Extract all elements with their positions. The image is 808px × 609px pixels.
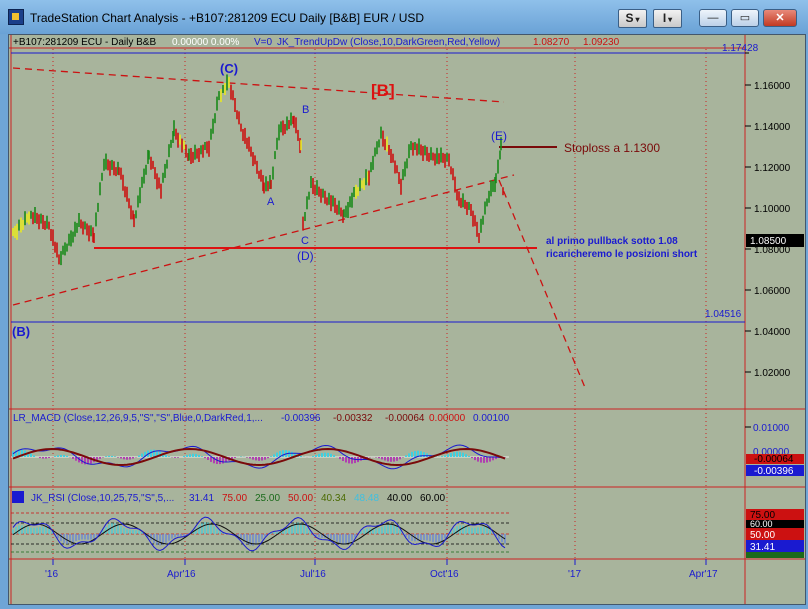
macd-label: LR_MACD (Close,12,26,9,5,"S","S",Blue,0,… [13,413,263,424]
minimize-button[interactable]: — [699,9,727,27]
macd-value-1: -0.00396 [281,413,321,424]
rsi-badge-60-label: 60.00 [750,519,773,529]
chart-canvas[interactable]: +B107:281209 ECU - Daily B&B 0.00000 0.0… [9,35,805,604]
price-tick: 1.10000 [754,204,791,215]
i-dropdown-button[interactable]: I ▾ [653,9,682,28]
stoploss-label: Stoploss a 1.1300 [564,141,660,155]
wave-label-c-small: C [301,235,309,247]
header-vzero: V=0 [254,37,273,48]
wave-label-b: B [302,104,309,116]
price-tick: 1.02000 [754,368,791,379]
header-indicator: JK_TrendUpDw (Close,10,DarkGreen,Red,Yel… [277,37,500,48]
time-tick: Jul'16 [300,569,326,580]
last-price-label: 1.08500 [750,236,787,247]
macd-badge-1-label: -0.00064 [754,454,794,465]
macd-value-3: -0.00064 [385,413,425,424]
rsi-icon [12,491,24,503]
rsi-value-3: 25.00 [255,493,280,504]
header-value-2: 1.09230 [583,37,620,48]
window-title: TradeStation Chart Analysis - +B107:2812… [30,11,425,25]
title-bar: TradeStation Chart Analysis - +B107:2812… [0,0,808,34]
svg-text:+B107:281209 ECU - Daily B&B: +B107:281209 ECU - Daily B&B [13,37,156,48]
price-tick: 1.14000 [754,122,791,133]
time-tick: Apr'16 [167,569,196,580]
time-tick: '17 [568,569,581,580]
macd-value-4: 0.00000 [429,413,466,424]
s-dropdown-button[interactable]: S ▾ [618,9,647,28]
header-vals: 0.00000 0.00% [172,37,239,48]
rsi-badge-25 [746,552,804,558]
wave-label-c: (C) [220,61,238,76]
rsi-value-6: 48.48 [354,493,379,504]
rsi-value-7: 40.00 [387,493,412,504]
macd-badge-2-label: -0.00396 [754,466,794,477]
price-tick: 1.16000 [754,81,791,92]
rsi-value-1: 31.41 [189,493,214,504]
support-label: 1.04516 [705,309,742,320]
rsi-value-2: 75.00 [222,493,247,504]
restore-button[interactable]: ▭ [731,9,759,27]
macd-value-5: 0.00100 [473,413,510,424]
wave-label-e: (E) [491,129,507,143]
price-tick: 1.06000 [754,286,791,297]
time-tick: '16 [45,569,58,580]
note-line-1: al primo pullback sotto 1.08 [546,236,678,247]
macd-value-2: -0.00332 [333,413,373,424]
wave-label-b-big: [B] [371,81,395,100]
time-tick: Oct'16 [430,569,459,580]
rsi-value-8: 60.00 [420,493,445,504]
time-tick: Apr'17 [689,569,718,580]
rsi-value-5: 40.34 [321,493,346,504]
wave-label-d: (D) [297,249,314,263]
rsi-badge-31-label: 31.41 [750,542,775,553]
header-symbol: +B107:281209 ECU - Daily B&B [13,37,156,48]
wave-label-a: A [267,196,275,208]
chart-window[interactable]: +B107:281209 ECU - Daily B&B 0.00000 0.0… [8,34,806,605]
macd-tick-top: 0.01000 [753,423,790,434]
rsi-label: JK_RSI (Close,10,25,75,"S",5,... [31,493,174,504]
note-line-2: ricaricheremo le posizioni short [546,249,698,260]
price-tick: 1.12000 [754,163,791,174]
rsi-value-4: 50.00 [288,493,313,504]
rsi-badge-50-label: 50.00 [750,530,775,541]
price-top-label: 1.17428 [722,43,759,54]
app-icon [8,9,24,25]
close-button[interactable]: ✕ [763,9,797,27]
wave-label-b-left: (B) [12,324,30,339]
header-value-1: 1.08270 [533,37,570,48]
price-tick: 1.04000 [754,327,791,338]
